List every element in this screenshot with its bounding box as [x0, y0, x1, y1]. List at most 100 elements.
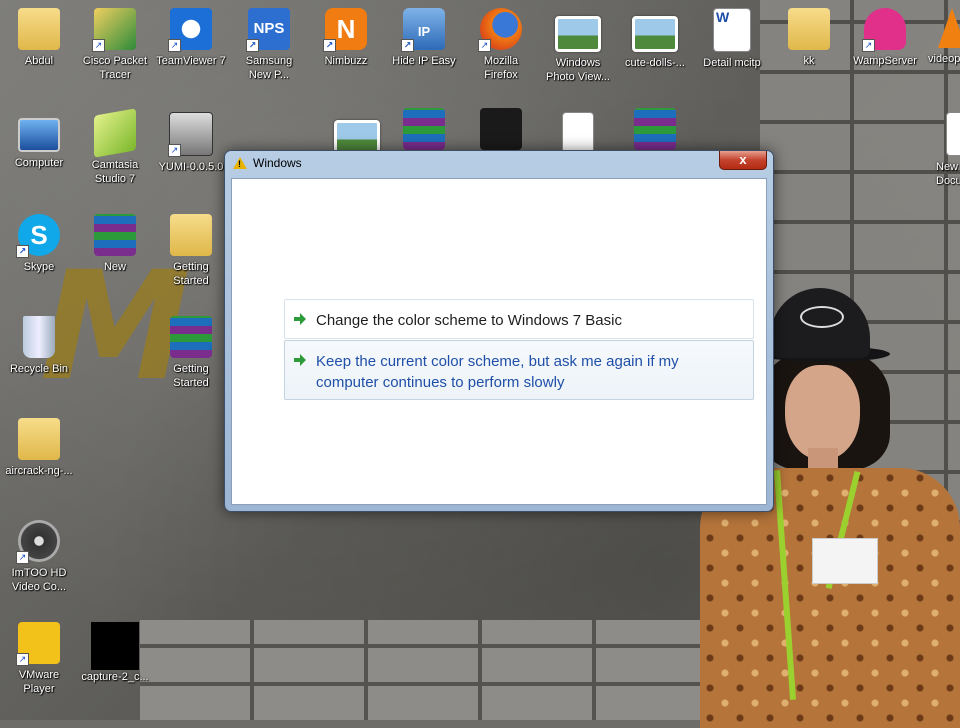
green-arrow-icon — [293, 312, 307, 326]
desktop-icon-new[interactable]: New — [76, 214, 154, 274]
close-button[interactable]: x — [719, 151, 767, 170]
desktop-icon-getting-started-folder[interactable]: Getting Started — [152, 214, 230, 288]
warning-icon: ! — [233, 157, 247, 169]
nimbuzz-icon-text: N — [336, 14, 356, 44]
samsung-icon-text: NPS — [253, 20, 285, 37]
winrar-archive-icon — [170, 316, 212, 358]
desktop-icon-cisco-packet-tracer[interactable]: ↗ Cisco Packet Tracer — [76, 8, 154, 82]
desktop-icon-detail-mcitp[interactable]: W Detail mcitp — [693, 8, 771, 70]
desktop-icon-getting-started-archive[interactable]: Getting Started — [152, 316, 230, 390]
winrar-archive-icon — [634, 108, 676, 150]
desktop-icon-yumi[interactable]: ↗ YUMI-0.0.5.0 — [152, 112, 230, 174]
dialog-content: Change the color scheme to Windows 7 Bas… — [231, 178, 767, 505]
desktop-icon-hidden-audio[interactable] — [462, 108, 540, 150]
desktop-icon-firefox[interactable]: ↗ Mozilla Firefox — [462, 8, 540, 82]
recycle-bin-icon — [23, 316, 55, 358]
desktop-icon-label: capture-2_c... — [81, 671, 149, 683]
desktop-icon-label: New Docu — [936, 161, 960, 187]
desktop-icon-label: Samsung New P... — [245, 55, 293, 81]
firefox-icon: ↗ — [478, 8, 522, 52]
teamviewer-icon: ↗ — [168, 8, 212, 52]
winrar-archive-icon — [94, 214, 136, 256]
skype-icon: S ↗ — [16, 214, 60, 258]
wampserver-icon: ↗ — [862, 8, 906, 52]
desktop-icon-camtasia[interactable]: Camtasia Studio 7 — [76, 108, 154, 186]
desktop-icon-nimbuzz[interactable]: N ↗ Nimbuzz — [307, 8, 385, 68]
desktop-icon-hide-ip-easy[interactable]: IP ↗ Hide IP Easy — [385, 8, 463, 68]
folder-icon — [788, 8, 830, 50]
desktop-icon-label: Recycle Bin — [9, 363, 69, 375]
desktop-icon-vmware-player[interactable]: ↗ VMware Player — [0, 622, 78, 696]
lock-icon: IP ↗ — [401, 8, 445, 52]
desktop-icon-hidden-archive-2[interactable] — [616, 108, 694, 150]
keep-color-scheme-option[interactable]: Keep the current color scheme, but ask m… — [284, 340, 754, 400]
desktop-icon-aircrack[interactable]: aircrack-ng-... — [0, 418, 78, 478]
desktop-icon-label: Detail mcitp — [703, 57, 761, 69]
imtoo-video-converter-icon: ↗ — [16, 520, 60, 564]
desktop-icon-windows-photo-viewer[interactable]: Windows Photo View... — [539, 8, 617, 84]
desktop-icon-abdul[interactable]: Abdul — [0, 8, 78, 68]
desktop-icon-capture[interactable]: capture-2_c... — [76, 622, 154, 684]
option-label: Change the color scheme to Windows 7 Bas… — [316, 312, 622, 329]
desktop-icon-label: Getting Started — [173, 363, 209, 389]
yumi-icon: ↗ — [168, 112, 213, 157]
desktop-icon-skype[interactable]: S ↗ Skype — [0, 214, 78, 274]
camtasia-icon — [94, 108, 136, 158]
desktop-icon-label: Cisco Packet Tracer — [82, 55, 148, 81]
folder-icon — [170, 214, 212, 256]
text-document-icon — [946, 112, 960, 156]
vlc-icon — [938, 8, 960, 48]
desktop-icon-label: YUMI-0.0.5.0 — [158, 161, 224, 173]
desktop-icon-label: Computer — [14, 157, 64, 169]
desktop-icon-label: Nimbuzz — [324, 55, 368, 67]
desktop-icon-samsung[interactable]: NPS ↗ Samsung New P... — [230, 8, 308, 82]
desktop-icon-label: ImTOO HD Video Co... — [11, 567, 67, 593]
word-document-icon: W — [713, 8, 751, 52]
desktop-icon-label: Mozilla Firefox — [483, 55, 519, 81]
desktop-icon-label: aircrack-ng-... — [5, 465, 73, 477]
photo-viewer-icon — [555, 16, 601, 52]
desktop-icon-label: VMware Player — [18, 669, 60, 695]
folder-icon — [18, 418, 60, 460]
desktop-icon-videop[interactable]: videop — [918, 8, 960, 66]
skype-icon-text: S — [30, 220, 48, 250]
desktop-icon-imtoo[interactable]: ↗ ImTOO HD Video Co... — [0, 520, 78, 594]
desktop-icon-kk[interactable]: kk — [770, 8, 848, 68]
change-color-scheme-option[interactable]: Change the color scheme to Windows 7 Bas… — [284, 299, 754, 339]
desktop-icon-label: Abdul — [24, 55, 54, 67]
desktop-icon-label: Getting Started — [173, 261, 209, 287]
desktop-icon-label: cute-dolls-... — [625, 57, 685, 69]
samsung-nps-icon: NPS ↗ — [246, 8, 290, 52]
audio-wave-icon — [480, 108, 522, 150]
desktop-icon-recycle-bin[interactable]: Recycle Bin — [0, 316, 78, 376]
close-icon: x — [739, 152, 747, 167]
desktop-icon-label: WampServer — [853, 55, 917, 67]
vmware-player-icon: ↗ — [16, 622, 60, 666]
desktop-icon-hidden-archive[interactable] — [385, 108, 463, 150]
cisco-packet-tracer-icon: ↗ — [92, 8, 136, 52]
user-folder-icon — [18, 8, 60, 50]
desktop-icon-label: TeamViewer 7 — [156, 55, 226, 67]
desktop-icon-teamviewer[interactable]: ↗ TeamViewer 7 — [152, 8, 230, 68]
option-label: Keep the current color scheme, but ask m… — [316, 353, 679, 391]
winrar-archive-icon — [403, 108, 445, 150]
desktop-icon-label: Windows Photo View... — [545, 57, 610, 83]
desktop-icon-label: videop — [928, 53, 960, 65]
desktop-icon-label: kk — [803, 55, 815, 67]
desktop-icon-computer[interactable]: Computer — [0, 112, 78, 170]
dialog-title-bar[interactable]: ! Windows x — [225, 151, 773, 177]
green-arrow-icon — [293, 353, 307, 367]
desktop-icon-cute-dolls[interactable]: cute-dolls-... — [616, 8, 694, 70]
desktop-icon-label: Camtasia Studio 7 — [91, 159, 139, 185]
wallpaper-bricks — [140, 620, 760, 720]
desktop-icon-label: New — [103, 261, 126, 273]
nimbuzz-icon: N ↗ — [323, 8, 367, 52]
desktop-icon-label: Skype — [23, 261, 55, 273]
windows-dialog: ! Windows x Change the color scheme to W… — [224, 150, 774, 512]
black-image-file-icon — [91, 622, 139, 670]
desktop-icon-new-document[interactable]: New Docu — [918, 112, 960, 188]
computer-icon — [18, 118, 60, 152]
word-icon-text: W — [716, 9, 730, 25]
hide-ip-icon-text: IP — [417, 24, 431, 39]
desktop-icon-wampserver[interactable]: ↗ WampServer — [846, 8, 924, 68]
